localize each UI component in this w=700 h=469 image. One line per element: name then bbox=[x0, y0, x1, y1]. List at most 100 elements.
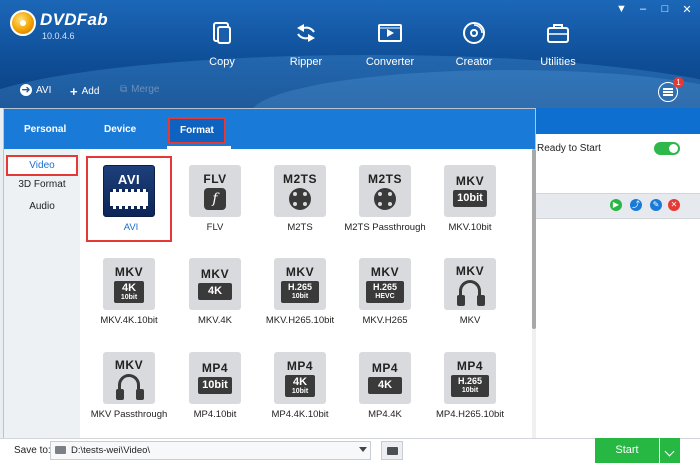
format-tile-mkv[interactable]: MKV MKV bbox=[427, 249, 513, 335]
module-copy-label: Copy bbox=[209, 56, 235, 68]
avi-format-icon: AVI bbox=[103, 165, 155, 217]
close-icon[interactable]: ✕ bbox=[682, 3, 692, 16]
popup-tab-bar: Personal Device Format bbox=[4, 109, 535, 149]
format-tile-m2ts[interactable]: M2TS M2TS bbox=[257, 156, 343, 242]
profile-label: AVI bbox=[36, 84, 52, 96]
start-button[interactable]: Start bbox=[595, 438, 659, 463]
notification-badge: 1 bbox=[673, 77, 684, 88]
start-options-dropdown[interactable] bbox=[660, 438, 680, 463]
format-tile-flv[interactable]: FLV f FLV bbox=[172, 156, 258, 242]
flv-format-icon: FLV f bbox=[189, 165, 241, 217]
mp4-format-icon: MP4 H.265 10bit bbox=[444, 352, 496, 404]
mp4-format-icon: MP4 4K 10bit bbox=[274, 352, 326, 404]
tab-personal[interactable]: Personal bbox=[24, 124, 66, 135]
mp4-format-icon: MP4 4K bbox=[359, 352, 411, 404]
format-tile-mkv-4k-10bit[interactable]: MKV 4K 10bit MKV.4K.10bit bbox=[86, 249, 172, 335]
save-to-label: Save to: bbox=[14, 445, 51, 456]
format-label: MKV.10bit bbox=[448, 222, 492, 233]
format-label: MKV bbox=[459, 315, 481, 326]
profile-selector-popup: Personal Device Format Video 3D Format A… bbox=[3, 108, 536, 440]
utilities-icon bbox=[547, 24, 569, 43]
format-tile-mkv-10bit[interactable]: MKV 10bit MKV.10bit bbox=[427, 156, 513, 242]
module-utilities[interactable]: Utilities bbox=[516, 20, 600, 68]
plus-icon: + bbox=[70, 84, 78, 99]
profile-dropdown-button[interactable]: ➜ AVI bbox=[20, 84, 51, 96]
module-creator[interactable]: Creator bbox=[432, 20, 516, 68]
share-icon[interactable]: ⤴ bbox=[630, 199, 642, 211]
passthrough-icon bbox=[116, 373, 140, 400]
arrow-circle-icon: ➜ bbox=[20, 84, 32, 96]
format-label: MP4.H265.10bit bbox=[435, 409, 505, 420]
app-header: DVDFab 10.0.4.6 ▼ – □ ✕ Copy Ripper Conv… bbox=[0, 0, 700, 108]
passthrough-icon bbox=[457, 279, 481, 306]
converter-icon bbox=[378, 24, 402, 42]
app-version: 10.0.4.6 bbox=[42, 31, 75, 41]
module-nav: Copy Ripper Converter Creator Utilities bbox=[180, 20, 600, 68]
app-name: DVDFab bbox=[40, 10, 108, 29]
task-status-text: Ready to Start bbox=[537, 143, 601, 154]
format-tile-mp4-h265-10bit[interactable]: MP4 H.265 10bit MP4.H265.10bit bbox=[427, 343, 513, 429]
format-tile-mkv-h265[interactable]: MKV H.265 HEVC MKV.H265 bbox=[342, 249, 428, 335]
film-reel-icon bbox=[374, 187, 396, 210]
format-tile-mkv-passthrough[interactable]: MKV MKV Passthrough bbox=[86, 343, 172, 429]
category-video[interactable]: Video bbox=[6, 155, 78, 176]
mkv-format-icon: MKV 10bit bbox=[444, 165, 496, 217]
m2ts-format-icon: M2TS bbox=[274, 165, 326, 217]
format-tile-mkv-4k[interactable]: MKV 4K MKV.4K bbox=[172, 249, 258, 335]
browse-folder-button[interactable] bbox=[381, 441, 403, 460]
category-audio[interactable]: Audio bbox=[4, 201, 80, 212]
copy-icon bbox=[213, 22, 231, 44]
window-controls: ▼ – □ ✕ bbox=[616, 3, 692, 16]
creator-icon bbox=[463, 22, 485, 44]
edit-icon[interactable]: ✎ bbox=[650, 199, 662, 211]
module-copy[interactable]: Copy bbox=[180, 20, 264, 68]
module-creator-label: Creator bbox=[455, 56, 493, 68]
mkv-format-icon: MKV bbox=[103, 352, 155, 404]
format-grid-scrollbar[interactable] bbox=[532, 149, 536, 439]
task-list-header bbox=[535, 108, 700, 134]
category-3d-format[interactable]: 3D Format bbox=[4, 179, 80, 190]
mkv-format-icon: MKV H.265 10bit bbox=[274, 258, 326, 310]
film-reel-icon bbox=[289, 187, 311, 210]
module-ripper-label: Ripper bbox=[289, 56, 323, 68]
format-tile-m2ts-passthrough[interactable]: M2TS M2TS Passthrough bbox=[342, 156, 428, 242]
category-list: Video 3D Format Audio bbox=[4, 149, 80, 439]
format-tile-mp4-4k[interactable]: MP4 4K MP4.4K bbox=[342, 343, 428, 429]
chevron-down-icon[interactable] bbox=[359, 447, 367, 452]
merge-icon: ⧉ bbox=[120, 84, 128, 95]
mkv-format-icon: MKV H.265 HEVC bbox=[359, 258, 411, 310]
ripper-icon bbox=[297, 24, 315, 42]
format-tile-mkv-h265-10bit[interactable]: MKV H.265 10bit MKV.H265.10bit bbox=[257, 249, 343, 335]
module-converter[interactable]: Converter bbox=[348, 20, 432, 68]
mkv-format-icon: MKV 4K 10bit bbox=[103, 258, 155, 310]
remove-icon[interactable]: ✕ bbox=[668, 199, 680, 211]
flash-icon: f bbox=[204, 187, 226, 210]
add-button[interactable]: + Add bbox=[70, 84, 99, 99]
format-tile-mp4-4k-10bit[interactable]: MP4 4K 10bit MP4.4K.10bit bbox=[257, 343, 343, 429]
save-path-value: D:\tests-wei\Video\ bbox=[71, 445, 151, 456]
module-ripper[interactable]: Ripper bbox=[264, 20, 348, 68]
task-list-panel bbox=[535, 108, 700, 438]
merge-label: Merge bbox=[131, 84, 160, 95]
tab-format[interactable]: Format bbox=[168, 117, 226, 144]
tab-device[interactable]: Device bbox=[104, 124, 136, 135]
play-icon[interactable]: ▶ bbox=[610, 199, 622, 211]
merge-button[interactable]: ⧉ Merge bbox=[120, 84, 160, 95]
mkv-format-icon: MKV bbox=[444, 258, 496, 310]
maximize-icon[interactable]: □ bbox=[660, 3, 670, 16]
module-converter-label: Converter bbox=[365, 56, 415, 68]
module-utilities-label: Utilities bbox=[540, 56, 576, 68]
app-logo: DVDFab 10.0.4.6 bbox=[10, 8, 110, 44]
task-enable-toggle[interactable] bbox=[654, 142, 680, 155]
format-tile-mp4-10bit[interactable]: MP4 10bit MP4.10bit bbox=[172, 343, 258, 429]
format-tile-avi[interactable]: AVI AVI bbox=[86, 156, 172, 242]
mp4-format-icon: MP4 10bit bbox=[189, 352, 241, 404]
folder-icon bbox=[55, 446, 66, 454]
minimize-icon[interactable]: – bbox=[638, 3, 648, 16]
window-menu-dropdown-icon[interactable]: ▼ bbox=[616, 3, 627, 16]
film-strip-icon bbox=[110, 188, 148, 209]
add-label: Add bbox=[81, 86, 100, 97]
m2ts-format-icon: M2TS bbox=[359, 165, 411, 217]
mkv-format-icon: MKV 4K bbox=[189, 258, 241, 310]
dvdfab-logo-icon bbox=[10, 10, 36, 36]
